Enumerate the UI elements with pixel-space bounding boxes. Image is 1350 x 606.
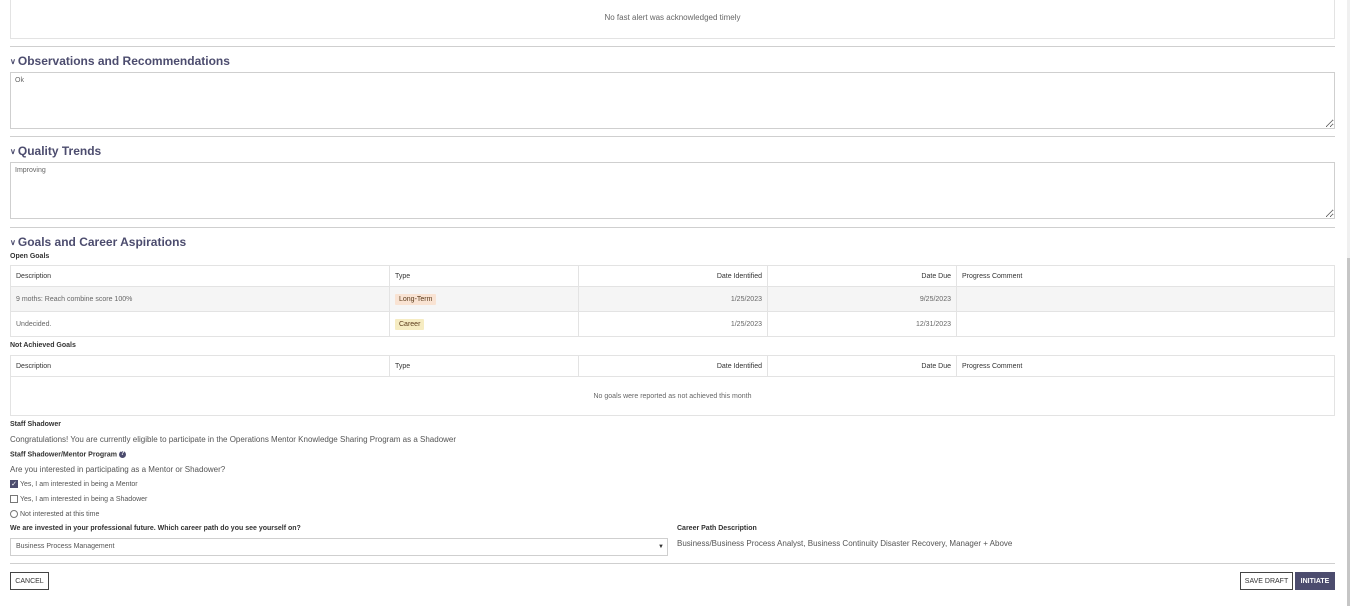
goals-section-header[interactable]: ∨ Goals and Career Aspirations — [10, 235, 186, 249]
column-header: Description — [10, 265, 390, 287]
eligibility-message: Congratulations! You are currently eligi… — [10, 435, 457, 444]
goal-date-due: 12/31/2023 — [767, 311, 957, 337]
not-interested-option-label: Not interested at this time — [20, 510, 100, 518]
goal-progress-comment — [956, 286, 1335, 312]
career-path-select[interactable]: Business Process Management ▼ — [10, 538, 668, 556]
table-row: 9 moths: Reach combine score 100% Long-T… — [10, 286, 1335, 312]
column-header: Description — [10, 355, 390, 377]
mentor-checkbox[interactable]: ✓ — [10, 480, 18, 488]
section-divider — [10, 227, 1335, 228]
open-goals-label: Open Goals — [10, 253, 50, 260]
program-label: Staff Shadower/Mentor Program — [10, 451, 117, 459]
section-divider — [10, 46, 1335, 47]
goals-title: Goals and Career Aspirations — [17, 235, 187, 249]
program-label-row: Staff Shadower/Mentor Program? — [10, 451, 126, 458]
table-row: No goals were reported as not achieved t… — [10, 376, 1335, 416]
quality-trends-section-header[interactable]: ∨ Quality Trends — [10, 144, 101, 158]
observations-section-header[interactable]: ∨ Observations and Recommendations — [10, 54, 230, 68]
career-path-selected-value: Business Process Management — [16, 543, 115, 550]
column-header: Date Identified — [578, 265, 768, 287]
check-icon: ✓ — [11, 481, 17, 488]
observations-title: Observations and Recommendations — [17, 54, 230, 68]
fast-alert-panel: No fast alert was acknowledged timely — [10, 0, 1335, 39]
mentor-option[interactable]: ✓ Yes, I am interested in being a Mentor — [10, 480, 138, 488]
not-interested-option[interactable]: Not interested at this time — [10, 510, 99, 518]
fast-alert-message: No fast alert was acknowledged timely — [604, 13, 741, 22]
goal-date-identified: 1/25/2023 — [578, 286, 768, 312]
empty-state-message: No goals were reported as not achieved t… — [10, 376, 1335, 416]
not-achieved-goals-table: Description Type Date Identified Date Du… — [10, 355, 1335, 416]
mentor-option-label: Yes, I am interested in being a Mentor — [20, 480, 138, 488]
section-divider — [10, 136, 1335, 137]
career-path-description-label: Career Path Description — [677, 525, 757, 532]
column-header: Date Identified — [578, 355, 768, 377]
initiate-button[interactable]: INITIATE — [1295, 572, 1335, 590]
caret-down-icon: ▼ — [658, 544, 664, 550]
not-interested-radio[interactable] — [10, 510, 18, 518]
open-goals-table: Description Type Date Identified Date Du… — [10, 265, 1335, 337]
section-divider — [10, 563, 1335, 564]
career-path-description: Business/Business Process Analyst, Busin… — [677, 539, 1013, 548]
column-header: Type — [389, 355, 579, 377]
quality-trends-textarea[interactable]: Improving — [10, 162, 1335, 219]
goal-description: 9 moths: Reach combine score 100% — [10, 286, 390, 312]
shadower-checkbox[interactable] — [10, 495, 18, 503]
program-question: Are you interested in participating as a… — [10, 465, 226, 474]
table-row: Undecided. Career 1/25/2023 12/31/2023 — [10, 311, 1335, 337]
quality-trends-title: Quality Trends — [17, 144, 102, 158]
goal-type-badge: Long-Term — [395, 293, 437, 305]
save-draft-button[interactable]: SAVE DRAFT — [1240, 572, 1293, 590]
chevron-down-icon: ∨ — [10, 146, 16, 156]
not-achieved-goals-label: Not Achieved Goals — [10, 342, 76, 349]
shadower-option[interactable]: Yes, I am interested in being a Shadower — [10, 495, 147, 503]
goal-date-due: 9/25/2023 — [767, 286, 957, 312]
table-header-row: Description Type Date Identified Date Du… — [10, 355, 1335, 377]
shadower-option-label: Yes, I am interested in being a Shadower — [20, 495, 148, 503]
staff-shadower-label: Staff Shadower — [10, 421, 61, 428]
chevron-down-icon: ∨ — [10, 237, 16, 247]
column-header: Progress Comment — [956, 265, 1335, 287]
goal-progress-comment — [956, 311, 1335, 337]
observations-textarea[interactable]: Ok — [10, 72, 1335, 129]
career-path-question: We are invested in your professional fut… — [10, 525, 301, 532]
goal-type-badge: Career — [395, 318, 425, 330]
table-header-row: Description Type Date Identified Date Du… — [10, 265, 1335, 287]
column-header: Progress Comment — [956, 355, 1335, 377]
column-header: Date Due — [767, 355, 957, 377]
column-header: Date Due — [767, 265, 957, 287]
cancel-button[interactable]: CANCEL — [10, 572, 49, 590]
chevron-down-icon: ∨ — [10, 56, 16, 66]
help-circle-icon[interactable]: ? — [118, 451, 126, 458]
column-header: Type — [389, 265, 579, 287]
goal-description: Undecided. — [10, 311, 390, 337]
goal-date-identified: 1/25/2023 — [578, 311, 768, 337]
